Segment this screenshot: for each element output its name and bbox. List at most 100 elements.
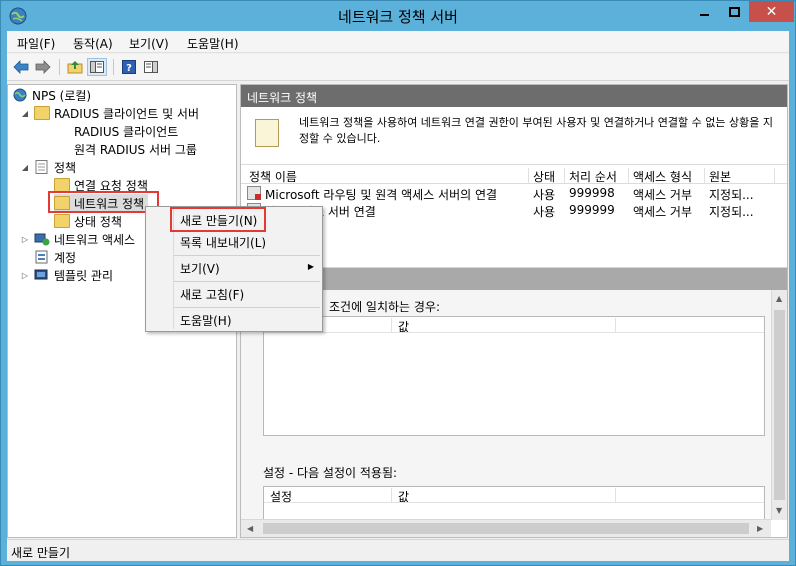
menu-action[interactable]: 동작(A) — [73, 35, 113, 52]
policy-deny-icon — [247, 186, 261, 200]
up-folder-icon — [67, 61, 83, 74]
title-bar[interactable]: 네트워크 정책 서버 ✕ — [1, 1, 795, 31]
policy-name: Microsoft 라우팅 및 원격 액세스 서버의 연결 — [265, 188, 498, 202]
action-pane-button[interactable] — [141, 58, 161, 76]
scroll-document-icon — [255, 119, 279, 147]
policy-document-icon — [35, 160, 48, 174]
vertical-scrollbar[interactable]: ▲ ▼ — [771, 290, 787, 520]
policy-status: 사용 — [533, 188, 556, 202]
forward-button[interactable] — [33, 58, 53, 76]
context-menu: 새로 만들기(N) 목록 내보내기(L) 보기(V) ▶ 새로 고침(F) 도움… — [145, 206, 323, 332]
tree-node-radius[interactable]: ◢ RADIUS 클라이언트 및 서버 — [20, 104, 199, 122]
tree-label: 정책 — [54, 160, 77, 175]
menu-item-view[interactable]: 보기(V) ▶ — [146, 257, 322, 279]
network-access-icon — [34, 233, 50, 246]
tree-node-health-policies[interactable]: 상태 정책 — [54, 212, 122, 230]
menu-bar: 파일(F) 동작(A) 보기(V) 도움말(H) — [7, 31, 789, 53]
close-button[interactable]: ✕ — [749, 1, 794, 22]
tree-node-templates[interactable]: ▷ 템플릿 관리 — [20, 266, 113, 284]
help-icon: ? — [122, 60, 136, 74]
description-area: 네트워크 정책을 사용하여 네트워크 연결 권한이 부여된 사용자 및 연결하거… — [241, 107, 787, 165]
scroll-left-icon[interactable]: ◀ — [247, 524, 253, 533]
menu-item-label: 목록 내보내기(L) — [180, 235, 267, 250]
collapsed-arrow-icon[interactable]: ▷ — [20, 235, 30, 244]
svg-text:?: ? — [126, 63, 132, 74]
column-header-status[interactable]: 상태 — [529, 168, 565, 184]
menu-item-help[interactable]: 도움말(H) — [146, 309, 322, 331]
column-header-setting[interactable]: 설정 — [264, 488, 392, 504]
up-button[interactable] — [65, 58, 85, 76]
menu-separator — [174, 255, 320, 256]
list-header: 정책 이름 상태 처리 순서 액세스 형식 원본 — [241, 167, 787, 184]
show-hide-tree-icon — [90, 61, 104, 73]
menu-item-label: 새로 고침(F) — [180, 287, 245, 302]
menu-file[interactable]: 파일(F) — [17, 35, 55, 52]
folder-icon — [54, 214, 70, 228]
tree-label: RADIUS 클라이언트 — [74, 124, 179, 139]
menu-item-label: 도움말(H) — [180, 313, 232, 328]
tree-label: 상태 정책 — [74, 214, 122, 229]
settings-table[interactable]: 설정 값 — [263, 486, 765, 520]
collapsed-arrow-icon[interactable]: ▷ — [20, 271, 30, 280]
tree-node-policies[interactable]: ◢ 정책 — [20, 158, 76, 176]
menu-separator — [174, 281, 320, 282]
maximize-icon — [728, 6, 740, 17]
menu-separator — [174, 307, 320, 308]
templates-icon — [34, 269, 48, 280]
column-header-access[interactable]: 액세스 형식 — [629, 168, 705, 184]
app-window: 네트워크 정책 서버 ✕ 파일(F) 동작(A) 보기(V) 도움말(H) ? … — [0, 0, 796, 566]
table-row[interactable]: Microsoft 라우팅 및 원격 액세스 서버의 연결 사용 999998 … — [241, 185, 787, 202]
action-pane-icon — [144, 61, 158, 73]
tree-label: NPS (로컬) — [32, 88, 92, 103]
client-area: 파일(F) 동작(A) 보기(V) 도움말(H) ? NPS (로컬) ◢ RA… — [7, 31, 789, 561]
show-hide-tree-button[interactable] — [87, 58, 107, 76]
close-icon: ✕ — [765, 3, 778, 20]
tree-node-accounting[interactable]: 계정 — [20, 248, 76, 266]
expanded-arrow-icon[interactable]: ◢ — [20, 163, 30, 172]
scroll-down-icon[interactable]: ▼ — [776, 506, 782, 515]
column-header-order[interactable]: 처리 순서 — [565, 168, 629, 184]
horizontal-scrollbar[interactable]: ◀ ▶ — [241, 519, 771, 537]
menu-view[interactable]: 보기(V) — [129, 35, 169, 52]
scroll-thumb[interactable] — [774, 310, 785, 500]
menu-item-refresh[interactable]: 새로 고침(F) — [146, 283, 322, 305]
toolbar-separator — [59, 59, 60, 75]
window-title: 네트워크 정책 서버 — [338, 8, 458, 26]
policy-access: 액세스 거부 — [633, 205, 693, 219]
column-header-value[interactable]: 값 — [392, 488, 616, 504]
section-header: 네트워크 정책 — [241, 85, 787, 107]
tree-label: 템플릿 관리 — [54, 268, 114, 283]
scroll-right-icon[interactable]: ▶ — [757, 524, 763, 533]
description-text: 네트워크 정책을 사용하여 네트워크 연결 권한이 부여된 사용자 및 연결하거… — [299, 116, 773, 145]
menu-item-export[interactable]: 목록 내보내기(L) — [146, 231, 322, 253]
tree-label: 계정 — [54, 250, 77, 265]
nps-server-icon — [13, 88, 27, 102]
column-header-value[interactable]: 값 — [392, 318, 616, 334]
status-bar: 새로 만들기 — [7, 539, 789, 561]
back-arrow-icon — [13, 60, 29, 74]
menu-help[interactable]: 도움말(H) — [187, 35, 239, 52]
scroll-thumb[interactable] — [263, 523, 749, 534]
policy-order: 999998 — [569, 186, 615, 200]
settings-label: 설정 - 다음 설정이 적용됨: — [263, 466, 398, 480]
tree-node-remote-radius[interactable]: 원격 RADIUS 서버 그룹 — [54, 140, 197, 158]
conditions-label: 조건에 일치하는 경우: — [329, 300, 441, 314]
back-button[interactable] — [11, 58, 31, 76]
tree-node-nps[interactable]: NPS (로컬) — [12, 86, 91, 104]
conditions-table[interactable]: 조건 값 — [263, 316, 765, 436]
tree-label: RADIUS 클라이언트 및 서버 — [54, 106, 200, 121]
maximize-button[interactable] — [720, 1, 748, 22]
forward-arrow-icon — [35, 60, 51, 74]
tree-node-radius-clients[interactable]: RADIUS 클라이언트 — [54, 122, 178, 140]
column-header-name[interactable]: 정책 이름 — [245, 168, 529, 184]
expanded-arrow-icon[interactable]: ◢ — [20, 109, 30, 118]
policy-order: 999999 — [569, 203, 615, 217]
folder-icon — [54, 178, 70, 192]
scroll-up-icon[interactable]: ▲ — [776, 294, 782, 303]
minimize-button[interactable] — [691, 1, 719, 22]
menu-item-label: 보기(V) — [180, 261, 220, 276]
column-header-source[interactable]: 원본 — [705, 168, 775, 184]
tree-node-nap[interactable]: ▷ 네트워크 액세스 — [20, 230, 135, 248]
help-button[interactable]: ? — [119, 58, 139, 76]
policy-source: 지정되... — [709, 188, 754, 202]
